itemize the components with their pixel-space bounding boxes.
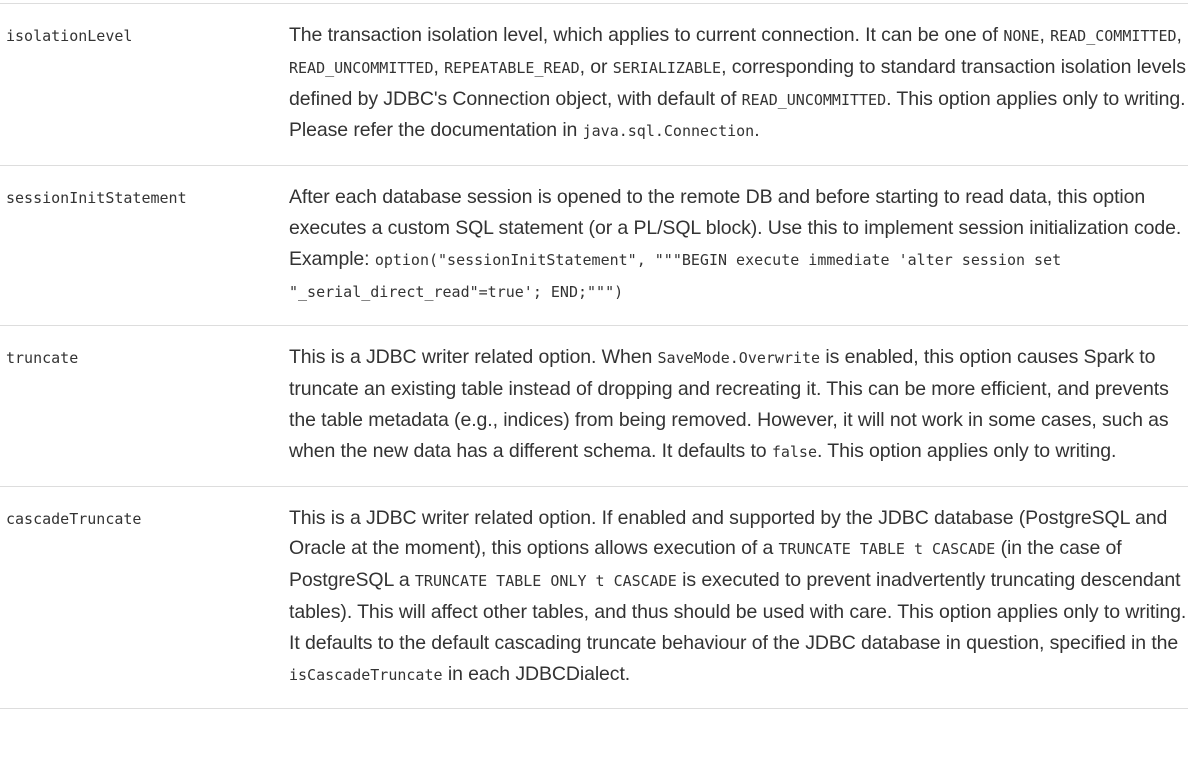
description-text: , or xyxy=(579,55,613,78)
table-row: isolationLevel The transaction isolation … xyxy=(0,3,1188,166)
option-name: isolationLevel xyxy=(6,27,133,45)
option-description: This is a JDBC writer related option. Wh… xyxy=(283,326,1188,486)
inline-code: option("sessionInitStatement", """BEGIN … xyxy=(289,250,1062,301)
option-description: After each database session is opened to… xyxy=(283,166,1188,326)
inline-code: READ_UNCOMMITTED xyxy=(741,90,887,109)
inline-code: TRUNCATE TABLE t CASCADE xyxy=(778,540,996,559)
inline-code: READ_UNCOMMITTED xyxy=(289,58,434,77)
inline-code: SaveMode.Overwrite xyxy=(657,349,821,368)
inline-code: SERIALIZABLE xyxy=(612,58,722,77)
description-text: . xyxy=(754,119,760,142)
table-row: cascadeTruncate This is a JDBC writer rel… xyxy=(0,486,1188,709)
description-text: , xyxy=(1039,24,1051,46)
inline-code: READ_COMMITTED xyxy=(1050,27,1177,45)
option-name: sessionInitStatement xyxy=(6,189,187,208)
description-text: . This option applies only to writing. xyxy=(817,439,1117,462)
inline-code: TRUNCATE TABLE ONLY t CASCADE xyxy=(414,572,677,591)
table-row: truncate This is a JDBC writer related op… xyxy=(0,325,1188,486)
description-text: , xyxy=(1176,24,1182,46)
table-row: sessionInitStatement After each database … xyxy=(0,165,1188,326)
jdbc-options-table: isolationLevel The transaction isolation … xyxy=(0,3,1188,709)
inline-code: NONE xyxy=(1003,27,1040,45)
inline-code: false xyxy=(771,442,817,461)
option-description: The transaction isolation level, which a… xyxy=(283,4,1188,166)
description-text: This is a JDBC writer related option. Wh… xyxy=(289,346,658,369)
option-name: cascadeTruncate xyxy=(6,509,142,528)
description-text: The transaction isolation level, which a… xyxy=(289,24,1004,46)
option-name: truncate xyxy=(6,349,79,368)
options-table-body: isolationLevel The transaction isolation … xyxy=(0,3,1188,709)
inline-code: java.sql.Connection xyxy=(582,122,755,141)
description-text: , xyxy=(433,55,445,78)
inline-code: isCascadeTruncate xyxy=(289,665,443,684)
description-text: in each JDBCDialect. xyxy=(442,662,631,685)
inline-code: REPEATABLE_READ xyxy=(444,58,580,77)
option-description: This is a JDBC writer related option. If… xyxy=(283,486,1188,709)
